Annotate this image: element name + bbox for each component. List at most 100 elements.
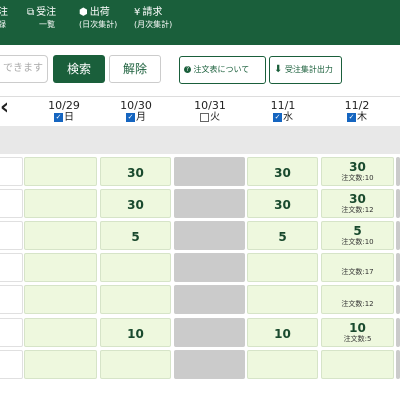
nav-billing[interactable]: ¥ 請求 (月次集計) xyxy=(134,7,172,31)
order-qty-cell[interactable] xyxy=(24,253,97,282)
order-qty-cell[interactable] xyxy=(24,285,97,314)
nav-order-entry[interactable]: 注 録 xyxy=(0,7,8,31)
order-qty-cell[interactable] xyxy=(100,350,171,379)
order-qty-cell[interactable]: 10 xyxy=(100,318,171,347)
row-label-cell xyxy=(0,285,23,314)
order-count: 注文数:12 xyxy=(341,300,374,308)
order-qty-cell[interactable]: 30 xyxy=(247,157,318,186)
order-qty-cell[interactable] xyxy=(24,157,97,186)
top-nav-bar: 注 録 ⧉ 受注 一覧 ⬢ 出荷 (日次集計) ¥ 請求 (月次集計) xyxy=(0,0,400,45)
order-qty-cell[interactable]: 30 注文数:12 xyxy=(321,189,394,218)
date-column-header: 10/31 火 xyxy=(180,99,240,123)
qty-value: 10 xyxy=(274,327,291,341)
order-qty-cell[interactable]: 注文数:12 xyxy=(321,285,394,314)
order-count: 注文数:10 xyxy=(341,238,374,246)
qty-value: 10 xyxy=(349,321,366,335)
qty-value: 30 xyxy=(127,166,144,180)
order-qty-cell[interactable]: 30 xyxy=(100,189,171,218)
weekday-label: 水 xyxy=(283,112,293,123)
nav-order-entry-label: 注 xyxy=(0,7,8,18)
summary-band xyxy=(0,126,400,154)
next-day-cell-edge xyxy=(396,285,400,314)
date-column-header: 11/1 ✓ 水 xyxy=(253,99,313,123)
date-column-header: 11/2 ✓ 木 xyxy=(327,99,387,123)
order-qty-cell[interactable] xyxy=(24,221,97,250)
date-label: 10/30 xyxy=(120,99,152,112)
order-qty-cell[interactable] xyxy=(247,253,318,282)
weekday-label: 日 xyxy=(64,112,74,123)
date-label: 11/2 xyxy=(344,99,370,112)
order-qty-cell[interactable] xyxy=(321,350,394,379)
day-checkbox[interactable]: ✓ xyxy=(54,112,63,122)
qty-value: 30 xyxy=(274,166,291,180)
date-column-header: 10/30 ✓ 月 xyxy=(106,99,166,123)
nav-billing-sub: (月次集計) xyxy=(134,20,173,29)
day-checkbox[interactable]: ✓ xyxy=(347,112,356,122)
qty-value: 30 xyxy=(349,160,366,174)
order-qty-cell[interactable]: 30 xyxy=(247,189,318,218)
order-qty-cell[interactable] xyxy=(247,350,318,379)
order-count: 注文数:10 xyxy=(341,174,374,182)
qty-value: 10 xyxy=(127,327,144,341)
row-label-cell xyxy=(0,318,23,347)
order-table-info-label: 注文表について xyxy=(193,65,250,74)
prev-week-arrow-icon[interactable]: ‹ xyxy=(0,97,9,119)
clear-button[interactable]: 解除 xyxy=(109,55,161,83)
order-qty-cell[interactable] xyxy=(100,253,171,282)
box-icon: ⬢ xyxy=(79,7,88,18)
date-label: 10/31 xyxy=(194,99,226,112)
closed-day-cell xyxy=(174,253,245,282)
order-qty-cell[interactable] xyxy=(24,318,97,347)
order-qty-cell[interactable] xyxy=(24,350,97,379)
order-qty-cell[interactable]: 10 注文数:5 xyxy=(321,318,394,347)
order-qty-cell[interactable]: 10 xyxy=(247,318,318,347)
toolbar: できます 検索 解除 ? 注文表について ⬇ 受注集計出力 xyxy=(0,45,400,98)
row-label-cell xyxy=(0,350,23,379)
next-day-cell-edge xyxy=(396,189,400,218)
order-qty-cell[interactable]: 30 注文数:10 xyxy=(321,157,394,186)
search-input[interactable]: できます xyxy=(0,55,48,83)
day-checkbox[interactable] xyxy=(200,112,209,122)
search-button[interactable]: 検索 xyxy=(53,55,105,83)
nav-billing-label: 請求 xyxy=(142,7,163,18)
weekday-label: 火 xyxy=(210,112,220,123)
order-qty-cell[interactable] xyxy=(247,285,318,314)
next-day-cell-edge xyxy=(396,253,400,282)
closed-day-cell xyxy=(174,221,245,250)
order-grid: 30 30 30 注文数:10 30 30 30 注文数:12 5 5 5 注文数:10 注文数:17 注… xyxy=(0,154,400,400)
day-checkbox[interactable]: ✓ xyxy=(273,112,282,122)
order-qty-cell[interactable] xyxy=(100,285,171,314)
row-label-cell xyxy=(0,157,23,186)
closed-day-cell xyxy=(174,318,245,347)
order-count: 注文数:17 xyxy=(341,268,374,276)
qty-value: 5 xyxy=(278,230,287,244)
order-qty-cell[interactable]: 30 xyxy=(100,157,171,186)
order-qty-cell[interactable]: 5 xyxy=(247,221,318,250)
order-table-info-button[interactable]: ? 注文表について xyxy=(179,56,266,84)
export-orders-button[interactable]: ⬇ 受注集計出力 xyxy=(269,56,342,84)
weekday-label: 月 xyxy=(136,112,146,123)
question-circle-icon: ? xyxy=(184,66,191,73)
day-checkbox[interactable]: ✓ xyxy=(126,112,135,122)
closed-day-cell xyxy=(174,285,245,314)
order-qty-cell[interactable] xyxy=(24,189,97,218)
order-count: 注文数:5 xyxy=(343,335,372,343)
date-column-header: 10/29 ✓ 日 xyxy=(34,99,94,123)
order-count: 注文数:12 xyxy=(341,206,374,214)
weekday-label: 木 xyxy=(357,112,367,123)
date-label: 11/1 xyxy=(270,99,296,112)
order-qty-cell[interactable]: 5 注文数:10 xyxy=(321,221,394,250)
next-day-cell-edge xyxy=(396,157,400,186)
order-qty-cell[interactable]: 5 xyxy=(100,221,171,250)
nav-order-list[interactable]: ⧉ 受注 一覧 xyxy=(27,7,56,31)
order-qty-cell[interactable]: 注文数:17 xyxy=(321,253,394,282)
next-day-cell-edge xyxy=(396,350,400,379)
next-day-cell-edge xyxy=(396,221,400,250)
row-label-cell xyxy=(0,221,23,250)
qty-value: 30 xyxy=(274,198,291,212)
date-label: 10/29 xyxy=(48,99,80,112)
row-label-cell xyxy=(0,189,23,218)
nav-order-list-sub: 一覧 xyxy=(39,20,55,29)
nav-shipping[interactable]: ⬢ 出荷 (日次集計) xyxy=(79,7,117,31)
yen-icon: ¥ xyxy=(134,7,141,18)
